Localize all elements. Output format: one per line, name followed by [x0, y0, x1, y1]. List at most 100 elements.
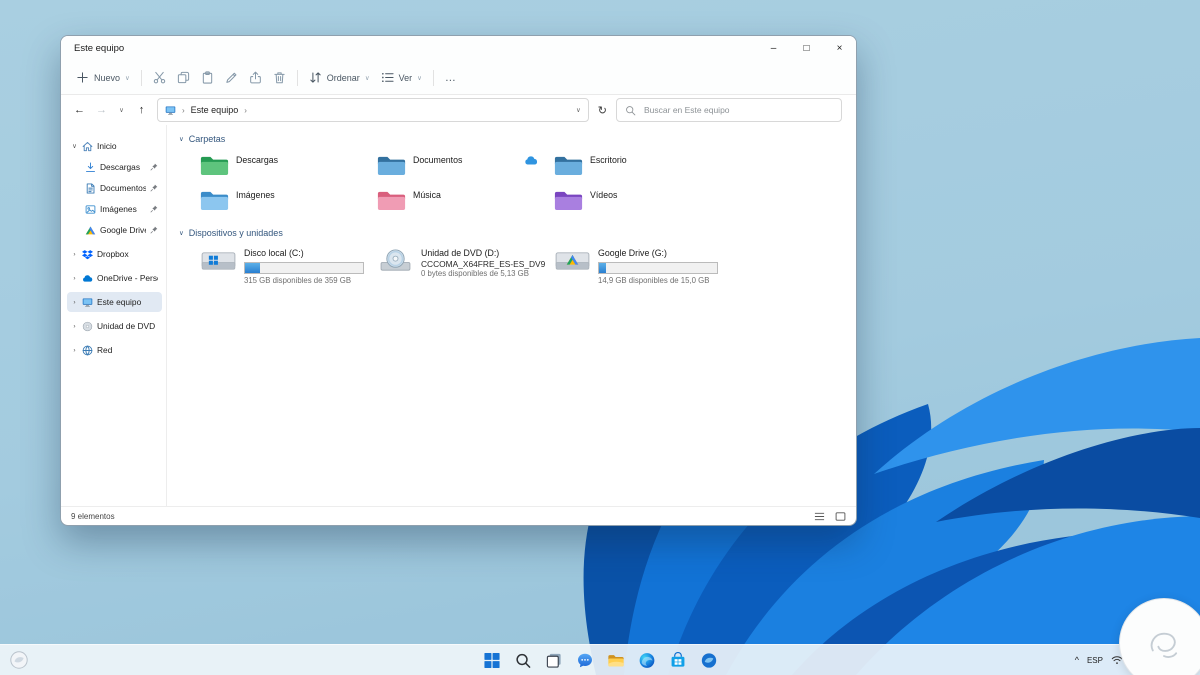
start-button[interactable]	[479, 647, 505, 673]
navigation-bar: ← → ∨ ↑ › Este equipo › ∨ ↻	[61, 95, 856, 125]
search-input[interactable]	[642, 104, 833, 116]
breadcrumb[interactable]: Este equipo	[191, 105, 239, 115]
ordenar-button[interactable]: Ordenar ∨	[309, 71, 370, 84]
share-button[interactable]	[249, 71, 262, 84]
refresh-button[interactable]: ↻	[598, 104, 607, 117]
pinned-app-button[interactable]	[696, 647, 722, 673]
pictures-icon	[85, 204, 96, 214]
folder-name: Documentos	[413, 155, 463, 165]
drive-tile-dvd[interactable]: Unidad de DVD (D:) CCCOMA_X64FRE_ES-ES_D…	[377, 248, 554, 285]
maximize-button[interactable]: □	[790, 36, 823, 61]
sidebar-item-documentos[interactable]: Documentos	[67, 178, 162, 198]
drive-tile-c[interactable]: Disco local (C:) 315 GB disponibles de 3…	[200, 248, 377, 285]
store-button[interactable]	[665, 647, 691, 673]
forward-button[interactable]: →	[95, 104, 108, 116]
paste-icon	[202, 71, 212, 84]
chat-button[interactable]	[572, 647, 598, 673]
taskbar-search-button[interactable]	[510, 647, 536, 673]
minimize-button[interactable]: –	[757, 36, 790, 61]
file-explorer-button[interactable]	[603, 647, 629, 673]
folder-tile-imagenes[interactable]: Imágenes	[200, 189, 377, 211]
widgets-icon[interactable]	[9, 649, 31, 671]
folder-tile-documentos[interactable]: Documentos	[377, 154, 554, 176]
edge-button[interactable]	[634, 647, 660, 673]
window-controls: – □ ×	[757, 36, 856, 61]
large-icons-view-icon[interactable]	[835, 511, 846, 522]
content-pane: ∨ Carpetas Descargas Documentos Escritor…	[167, 125, 856, 506]
sidebar-item-este-equipo[interactable]: › Este equipo	[67, 292, 162, 312]
folder-icon	[200, 191, 229, 210]
search-box[interactable]	[616, 98, 842, 122]
task-view-button[interactable]	[541, 647, 567, 673]
sidebar-item-dropbox[interactable]: › Dropbox	[67, 244, 162, 264]
sidebar-item-onedrive[interactable]: › OneDrive - Personal	[67, 268, 162, 288]
capacity-bar-fill	[245, 262, 261, 273]
chevron-down-icon: ∨	[417, 74, 422, 82]
chevron-down-icon[interactable]: ∨	[71, 142, 78, 150]
ver-button[interactable]: Ver ∨	[381, 71, 422, 84]
trash-icon	[274, 72, 285, 84]
folder-tile-descargas[interactable]: Descargas	[200, 154, 377, 176]
chevron-right-icon[interactable]: ›	[71, 251, 78, 258]
up-button[interactable]: ↑	[135, 104, 148, 116]
breadcrumb-chevron[interactable]: ›	[244, 106, 247, 115]
sidebar-item-google-drive[interactable]: Google Drive (G:)	[67, 220, 162, 240]
sidebar-label: Dropbox	[97, 249, 129, 259]
recent-locations-chevron[interactable]: ∨	[117, 106, 126, 114]
copy-button[interactable]	[177, 71, 190, 84]
chevron-right-icon[interactable]: ›	[71, 323, 78, 330]
view-toggles	[814, 511, 846, 522]
sidebar-label: Descargas	[100, 162, 141, 172]
sidebar-label: Red	[97, 345, 113, 355]
folder-tile-escritorio[interactable]: Escritorio	[554, 154, 731, 176]
sidebar-item-red[interactable]: › Red	[67, 340, 162, 360]
folder-icon	[554, 156, 583, 175]
folder-icon	[200, 156, 229, 175]
chevron-down-icon: ∨	[364, 74, 370, 82]
capacity-bar	[598, 261, 718, 274]
tray-expand-button[interactable]: ^	[1075, 655, 1079, 665]
paste-button[interactable]	[201, 71, 214, 84]
plus-icon	[77, 72, 88, 83]
section-header-dispositivos[interactable]: ∨ Dispositivos y unidades	[179, 228, 283, 238]
sidebar-label: Inicio	[97, 141, 117, 151]
more-options-button[interactable]: …	[445, 72, 457, 84]
toolbar-separator	[140, 69, 142, 86]
section-header-carpetas[interactable]: ∨ Carpetas	[179, 134, 225, 144]
google-drive-disk-icon	[555, 252, 590, 270]
share-icon	[249, 71, 261, 84]
pin-icon	[150, 184, 158, 192]
folder-tile-musica[interactable]: Música	[377, 189, 554, 211]
delete-button[interactable]	[273, 71, 286, 84]
sidebar-item-inicio[interactable]: ∨ Inicio	[67, 136, 162, 156]
window-body: ∨ Inicio Descargas Documentos Imágenes G…	[61, 125, 856, 506]
nuevo-button[interactable]: Nuevo ∨	[76, 71, 130, 84]
capacity-bar-fill	[599, 262, 607, 273]
sidebar-item-descargas[interactable]: Descargas	[67, 157, 162, 177]
address-bar[interactable]: › Este equipo › ∨	[157, 98, 589, 122]
folder-tile-videos[interactable]: Vídeos	[554, 189, 731, 211]
copy-icon	[177, 71, 189, 84]
rename-button[interactable]	[225, 71, 238, 84]
command-bar: Nuevo ∨ Ordenar ∨ Ver ∨ …	[61, 61, 856, 95]
folders-grid: Descargas Documentos Escritorio Imágenes	[200, 154, 846, 211]
chevron-right-icon[interactable]: ›	[71, 347, 78, 354]
chevron-right-icon[interactable]: ›	[71, 275, 78, 282]
back-button[interactable]: ←	[73, 104, 86, 116]
address-dropdown-chevron[interactable]: ∨	[576, 106, 581, 114]
sidebar-item-dvd[interactable]: › Unidad de DVD (D:)	[67, 316, 162, 336]
close-button[interactable]: ×	[823, 36, 856, 61]
dvd-drive-icon	[380, 249, 411, 271]
sidebar-item-imagenes[interactable]: Imágenes	[67, 199, 162, 219]
drive-tile-google-drive[interactable]: Google Drive (G:) 14,9 GB disponibles de…	[554, 248, 731, 285]
details-view-icon[interactable]	[814, 511, 825, 522]
cut-button[interactable]	[153, 71, 166, 84]
language-indicator[interactable]: ESP	[1087, 656, 1103, 665]
folder-icon	[554, 191, 583, 210]
titlebar[interactable]: Este equipo – □ ×	[61, 36, 856, 61]
chevron-right-icon[interactable]: ›	[71, 299, 78, 306]
drive-volume-label: CCCOMA_X64FRE_ES-ES_DV9	[421, 258, 546, 269]
capacity-bar	[244, 261, 364, 274]
sidebar-label: Imágenes	[100, 204, 137, 214]
edge-icon	[639, 652, 654, 668]
